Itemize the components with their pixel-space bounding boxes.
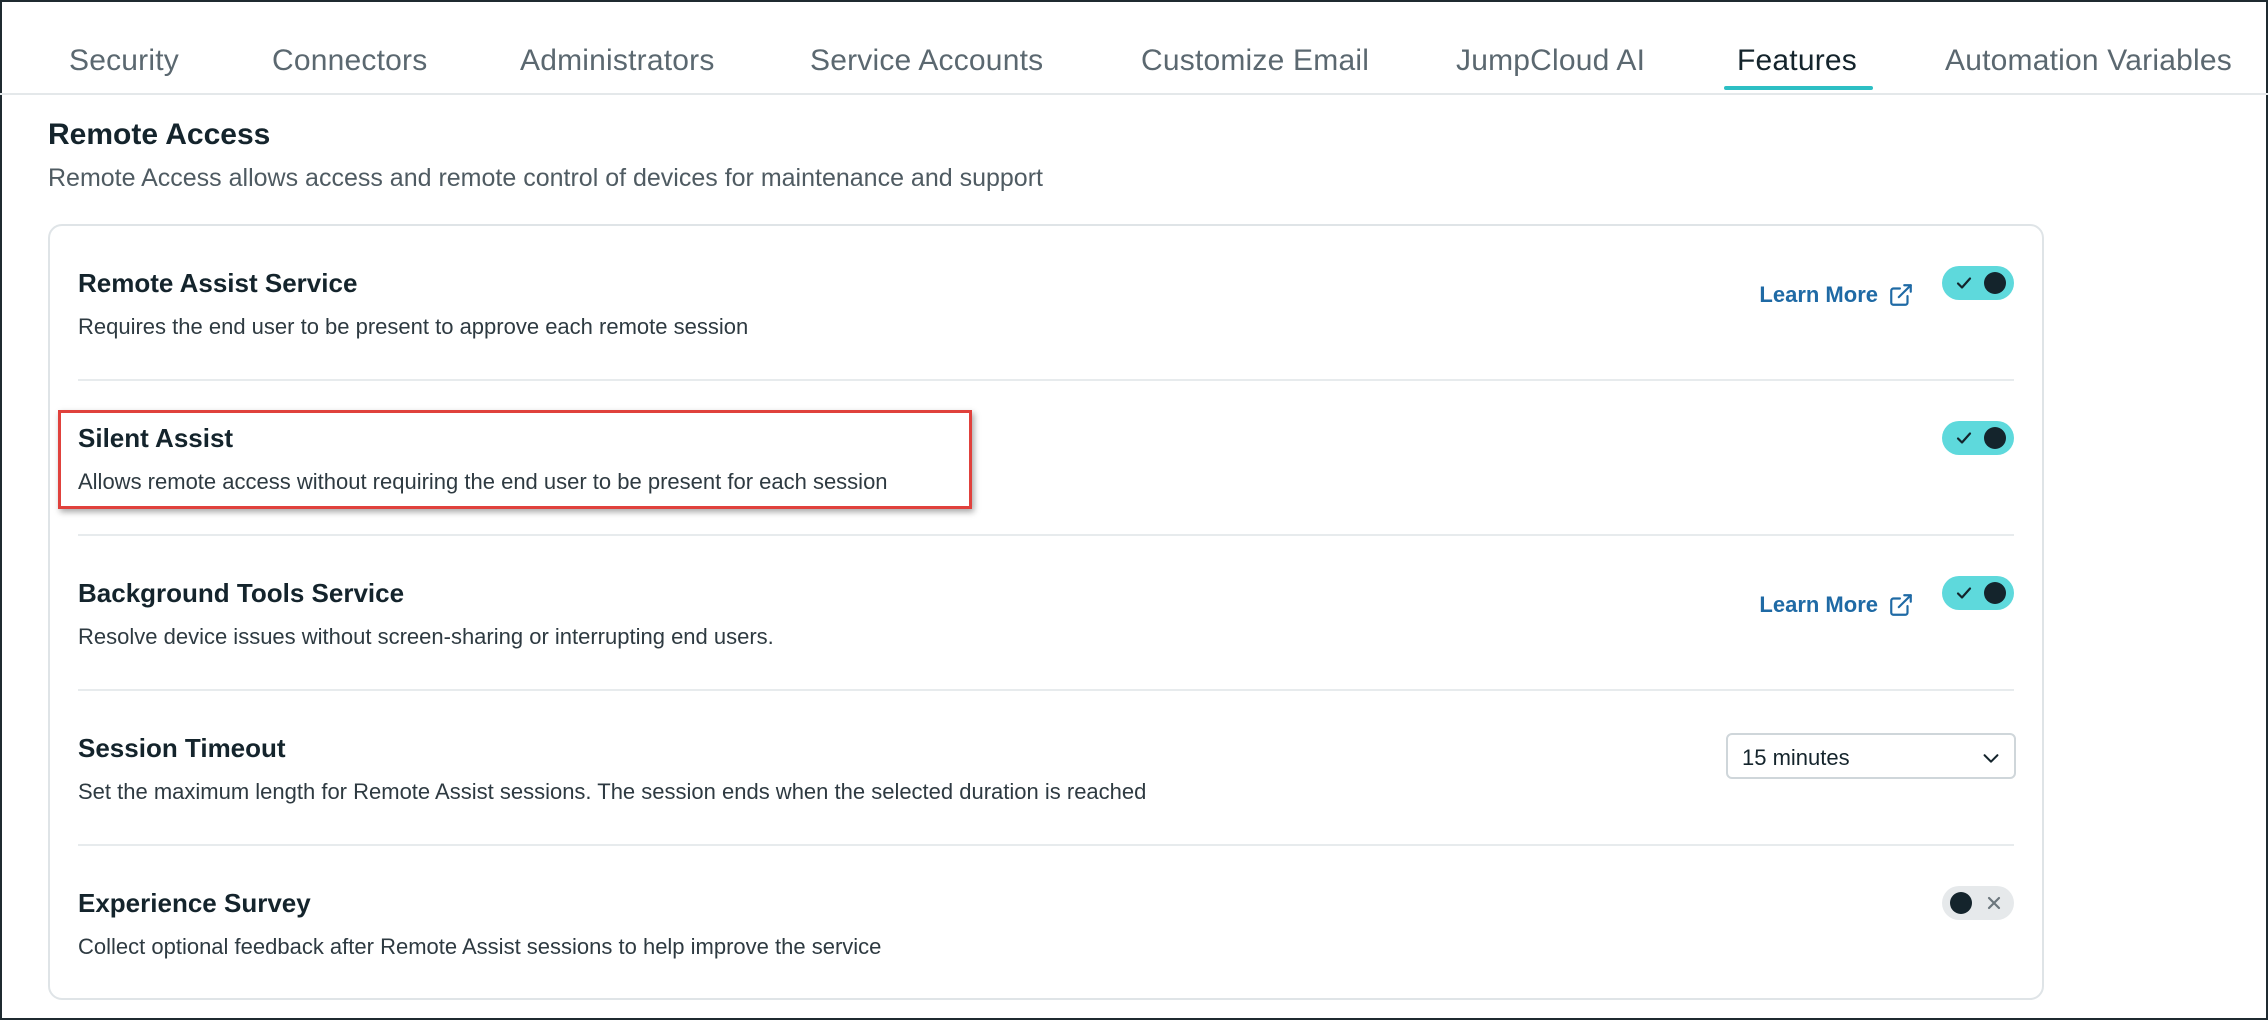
check-icon <box>1956 587 1972 599</box>
check-icon <box>1956 277 1972 289</box>
setting-description: Requires the end user to be present to a… <box>78 314 749 339</box>
background-tools-service-toggle[interactable] <box>1942 576 2014 610</box>
setting-description: Set the maximum length for Remote Assist… <box>78 779 1147 804</box>
tab-automation-variables[interactable]: Automation Variables <box>1945 44 2232 78</box>
tab-security[interactable]: Security <box>69 44 179 78</box>
learn-more-link[interactable]: Learn More <box>1759 282 1914 308</box>
remote-access-settings-card: Remote Assist Service Requires the end u… <box>48 224 2044 1000</box>
toggle-knob <box>1984 427 2006 449</box>
tab-features[interactable]: Features <box>1737 44 1857 78</box>
setting-row-experience-survey: Experience Survey Collect optional feedb… <box>78 846 2014 1001</box>
select-value: 15 minutes <box>1742 745 1850 770</box>
settings-tabs: Security Connectors Administrators Servi… <box>0 0 2268 95</box>
learn-more-link[interactable]: Learn More <box>1759 592 1914 618</box>
chevron-down-icon <box>1983 754 1999 763</box>
setting-title: Session Timeout <box>78 733 286 763</box>
setting-row-session-timeout: Session Timeout Set the maximum length f… <box>78 691 2016 846</box>
setting-description: Resolve device issues without screen-sha… <box>78 624 774 649</box>
experience-survey-toggle[interactable] <box>1942 886 2014 920</box>
setting-description: Collect optional feedback after Remote A… <box>78 934 882 959</box>
tab-service-accounts[interactable]: Service Accounts <box>810 44 1043 78</box>
setting-title: Experience Survey <box>78 888 311 918</box>
learn-more-label: Learn More <box>1759 282 1878 307</box>
setting-row-remote-assist-service: Remote Assist Service Requires the end u… <box>78 226 2014 381</box>
silent-assist-toggle[interactable] <box>1942 421 2014 455</box>
setting-title: Background Tools Service <box>78 578 405 608</box>
setting-title: Remote Assist Service <box>78 268 358 298</box>
setting-row-background-tools-service: Background Tools Service Resolve device … <box>78 536 2014 691</box>
x-icon <box>1987 896 2001 910</box>
remote-assist-service-toggle[interactable] <box>1942 266 2014 300</box>
session-timeout-select[interactable]: 15 minutes <box>1726 733 2016 779</box>
section-subtitle: Remote Access allows access and remote c… <box>48 164 1043 192</box>
tab-connectors[interactable]: Connectors <box>272 44 427 78</box>
toggle-knob <box>1984 272 2006 294</box>
setting-title: Silent Assist <box>78 423 234 453</box>
active-tab-indicator <box>1724 86 1873 90</box>
tab-jumpcloud-ai[interactable]: JumpCloud AI <box>1456 44 1645 78</box>
external-link-icon <box>1890 284 1912 306</box>
tab-customize-email[interactable]: Customize Email <box>1141 44 1369 78</box>
toggle-knob <box>1984 582 2006 604</box>
section-title: Remote Access <box>48 118 271 151</box>
toggle-knob <box>1950 892 1972 914</box>
tab-administrators[interactable]: Administrators <box>520 44 715 78</box>
setting-row-silent-assist: Silent Assist Allows remote access witho… <box>78 381 2014 536</box>
learn-more-label: Learn More <box>1759 592 1878 617</box>
setting-description: Allows remote access without requiring t… <box>78 469 888 494</box>
external-link-icon <box>1890 594 1912 616</box>
check-icon <box>1956 432 1972 444</box>
